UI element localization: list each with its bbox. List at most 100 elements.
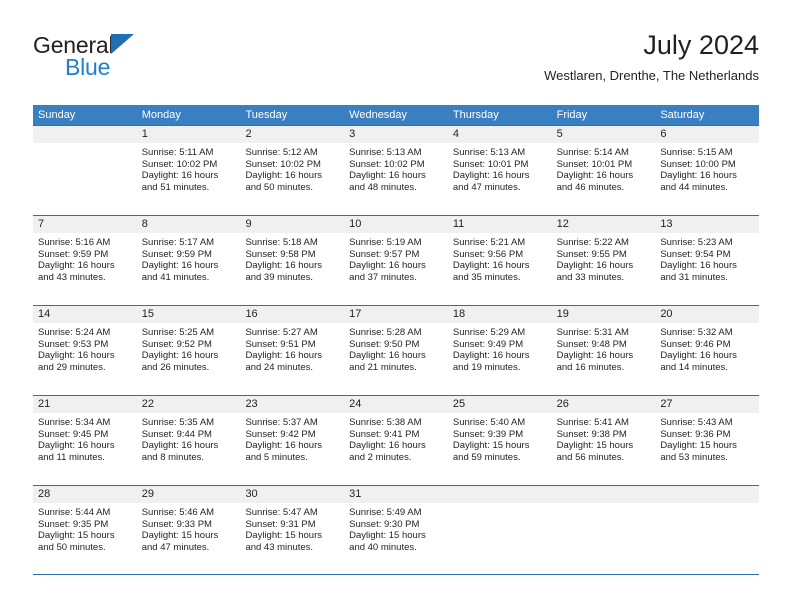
day-number: 20 [655, 306, 760, 323]
day-cell[interactable]: 2 Sunrise: 5:12 AM Sunset: 10:02 PM Dayligh… [240, 126, 345, 215]
day-cell[interactable]: 31 Sunrise: 5:49 AM Sunset: 9:30 PM Dayligh… [344, 486, 448, 574]
day-number: 19 [551, 306, 656, 323]
day-cell[interactable]: 20 Sunrise: 5:32 AM Sunset: 9:46 PM Dayligh… [655, 306, 760, 395]
daylight-text-line2: and 44 minutes. [660, 181, 728, 193]
weekday-header-tuesday: Tuesday [245, 109, 288, 121]
sunrise-text: Sunrise: 5:13 AM [452, 147, 526, 158]
day-cell[interactable]: 29 Sunrise: 5:46 AM Sunset: 9:33 PM Dayligh… [136, 486, 241, 574]
daylight-text-line1: Daylight: 16 hours [38, 350, 115, 362]
weekday-header-sunday: Sunday [38, 109, 76, 121]
day-cell[interactable]: 22 Sunrise: 5:35 AM Sunset: 9:44 PM Dayligh… [136, 396, 241, 485]
sunrise-text: Sunrise: 5:15 AM [660, 147, 733, 158]
daylight-text-line1: Daylight: 16 hours [349, 440, 426, 452]
day-details: Sunrise: 5:13 AM Sunset: 10:02 PM Daylight… [344, 143, 448, 193]
daylight-text-line1: Daylight: 16 hours [141, 350, 219, 362]
daylight-text-line1: Daylight: 16 hours [245, 170, 323, 182]
day-details [552, 503, 656, 507]
day-cell[interactable]: 25 Sunrise: 5:40 AM Sunset: 9:39 PM Dayligh… [447, 396, 552, 485]
sunset-text: Sunset: 9:38 PM [556, 428, 627, 440]
week-row: 21 Sunrise: 5:34 AM Sunset: 9:45 PM Dayligh… [33, 395, 760, 485]
day-details: Sunrise: 5:17 AM Sunset: 9:59 PM Daylight:… [137, 233, 241, 283]
sunset-text: Sunset: 10:01 PM [452, 158, 529, 170]
sunrise-text: Sunrise: 5:14 AM [556, 147, 629, 158]
sunrise-text: Sunrise: 5:32 AM [660, 327, 733, 338]
daylight-text-line1: Daylight: 16 hours [349, 260, 426, 272]
day-cell[interactable]: 10 Sunrise: 5:19 AM Sunset: 9:57 PM Dayligh… [344, 216, 448, 305]
day-details: Sunrise: 5:43 AM Sunset: 9:36 PM Daylight:… [655, 413, 759, 463]
generalblue-logo[interactable]: General Blue [33, 32, 253, 88]
day-details: Sunrise: 5:49 AM Sunset: 9:30 PM Daylight:… [344, 503, 448, 553]
daylight-text-line2: and 5 minutes. [245, 451, 308, 463]
day-cell[interactable]: 13 Sunrise: 5:23 AM Sunset: 9:54 PM Dayligh… [655, 216, 760, 305]
day-cell[interactable]: 3 Sunrise: 5:13 AM Sunset: 10:02 PM Dayligh… [344, 126, 448, 215]
day-cell[interactable]: 9 Sunrise: 5:18 AM Sunset: 9:58 PM Daylight… [240, 216, 345, 305]
day-number: 3 [344, 126, 448, 143]
weekday-header-monday: Monday [141, 109, 181, 121]
daylight-text-line1: Daylight: 15 hours [556, 440, 634, 452]
sunrise-text: Sunrise: 5:44 AM [38, 507, 111, 518]
day-cell[interactable]: 23 Sunrise: 5:37 AM Sunset: 9:42 PM Dayligh… [240, 396, 345, 485]
daylight-text-line1: Daylight: 16 hours [660, 170, 737, 182]
sunrise-text: Sunrise: 5:49 AM [349, 507, 422, 518]
daylight-text-line1: Daylight: 15 hours [660, 440, 737, 452]
day-cell[interactable]: 11 Sunrise: 5:21 AM Sunset: 9:56 PM Dayligh… [447, 216, 552, 305]
sunrise-text: Sunrise: 5:11 AM [141, 147, 214, 158]
day-cell[interactable]: 14 Sunrise: 5:24 AM Sunset: 9:53 PM Dayligh… [33, 306, 137, 395]
day-number: 10 [344, 216, 448, 233]
day-number: 21 [33, 396, 137, 413]
day-cell[interactable]: 6 Sunrise: 5:15 AM Sunset: 10:00 PM Dayligh… [655, 126, 760, 215]
day-details: Sunrise: 5:23 AM Sunset: 9:54 PM Daylight:… [655, 233, 759, 283]
day-number [33, 126, 137, 143]
day-cell[interactable]: 28 Sunrise: 5:44 AM Sunset: 9:35 PM Dayligh… [33, 486, 137, 574]
sunrise-text: Sunrise: 5:29 AM [452, 327, 526, 338]
day-cell[interactable] [33, 126, 137, 215]
day-number: 28 [33, 486, 137, 503]
day-number: 15 [136, 306, 241, 323]
day-cell[interactable]: 4 Sunrise: 5:13 AM Sunset: 10:01 PM Dayligh… [447, 126, 552, 215]
day-cell[interactable]: 17 Sunrise: 5:28 AM Sunset: 9:50 PM Dayligh… [344, 306, 448, 395]
daylight-text-line1: Daylight: 15 hours [245, 530, 323, 542]
day-details: Sunrise: 5:13 AM Sunset: 10:01 PM Daylight… [448, 143, 552, 193]
day-cell[interactable]: 15 Sunrise: 5:25 AM Sunset: 9:52 PM Dayligh… [136, 306, 241, 395]
day-cell[interactable]: 26 Sunrise: 5:41 AM Sunset: 9:38 PM Dayligh… [551, 396, 656, 485]
sunrise-text: Sunrise: 5:19 AM [349, 237, 422, 248]
sunrise-text: Sunrise: 5:46 AM [141, 507, 215, 518]
day-cell[interactable]: 1 Sunrise: 5:11 AM Sunset: 10:02 PM Dayligh… [136, 126, 241, 215]
sunrise-text: Sunrise: 5:12 AM [245, 147, 318, 158]
day-cell[interactable]: 30 Sunrise: 5:47 AM Sunset: 9:31 PM Dayligh… [240, 486, 345, 574]
day-cell[interactable]: 7 Sunrise: 5:16 AM Sunset: 9:59 PM Daylight… [33, 216, 137, 305]
day-cell[interactable]: 12 Sunrise: 5:22 AM Sunset: 9:55 PM Dayligh… [551, 216, 656, 305]
page-subtitle: Westlaren, Drenthe, The Netherlands [544, 68, 759, 83]
sunrise-text: Sunrise: 5:17 AM [141, 237, 215, 248]
day-details: Sunrise: 5:14 AM Sunset: 10:01 PM Daylight… [552, 143, 656, 193]
weekday-header-thursday: Thursday [452, 109, 499, 121]
day-cell[interactable]: 24 Sunrise: 5:38 AM Sunset: 9:41 PM Dayligh… [344, 396, 448, 485]
day-details: Sunrise: 5:47 AM Sunset: 9:31 PM Daylight:… [240, 503, 344, 553]
daylight-text-line2: and 41 minutes. [141, 271, 210, 283]
day-number: 14 [33, 306, 137, 323]
sunset-text: Sunset: 9:59 PM [38, 248, 109, 260]
day-cell[interactable]: 8 Sunrise: 5:17 AM Sunset: 9:59 PM Daylight… [136, 216, 241, 305]
day-cell[interactable]: 16 Sunrise: 5:27 AM Sunset: 9:51 PM Dayligh… [240, 306, 345, 395]
week-row: 1 Sunrise: 5:11 AM Sunset: 10:02 PM Dayligh… [33, 125, 760, 215]
sunset-text: Sunset: 10:00 PM [660, 158, 736, 170]
day-cell[interactable] [655, 486, 760, 574]
day-cell[interactable]: 19 Sunrise: 5:31 AM Sunset: 9:48 PM Dayligh… [551, 306, 656, 395]
day-cell[interactable]: 27 Sunrise: 5:43 AM Sunset: 9:36 PM Dayligh… [655, 396, 760, 485]
day-number: 24 [344, 396, 448, 413]
sunset-text: Sunset: 9:30 PM [349, 518, 420, 530]
day-number: 6 [655, 126, 760, 143]
day-cell[interactable]: 21 Sunrise: 5:34 AM Sunset: 9:45 PM Dayligh… [33, 396, 137, 485]
day-cell[interactable]: 18 Sunrise: 5:29 AM Sunset: 9:49 PM Dayligh… [447, 306, 552, 395]
day-cell[interactable] [447, 486, 552, 574]
sunrise-text: Sunrise: 5:40 AM [452, 417, 526, 428]
day-cell[interactable] [551, 486, 656, 574]
daylight-text-line2: and 14 minutes. [660, 361, 728, 373]
day-details: Sunrise: 5:38 AM Sunset: 9:41 PM Daylight:… [344, 413, 448, 463]
sunrise-text: Sunrise: 5:25 AM [141, 327, 215, 338]
daylight-text-line2: and 35 minutes. [452, 271, 521, 283]
day-cell[interactable]: 5 Sunrise: 5:14 AM Sunset: 10:01 PM Dayligh… [551, 126, 656, 215]
daylight-text-line2: and 50 minutes. [38, 541, 106, 553]
sunrise-text: Sunrise: 5:28 AM [349, 327, 422, 338]
day-number: 17 [344, 306, 448, 323]
